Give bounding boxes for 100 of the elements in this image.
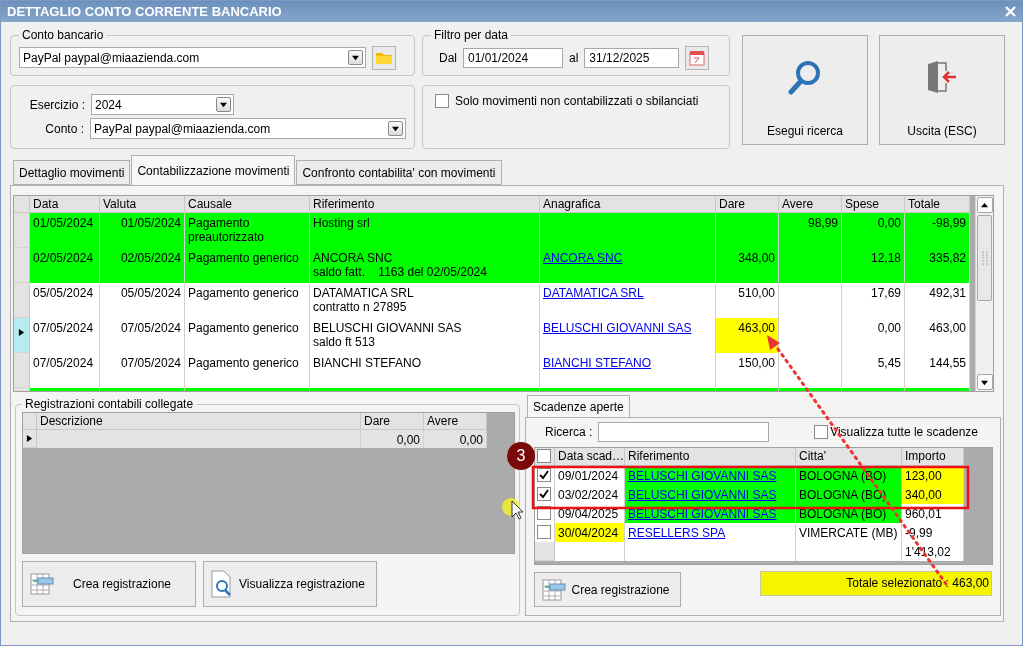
- calendar-button[interactable]: [685, 45, 710, 70]
- column-header: Dare: [716, 196, 779, 213]
- link[interactable]: RESELLERS SPA: [628, 526, 726, 540]
- column-header: Descrizione: [37, 413, 361, 430]
- table-cell: 12,18: [842, 248, 905, 283]
- checkbox-label: Solo movimenti non contabilizzati o sbilanciati: [455, 94, 699, 108]
- account-label: Conto :: [44, 121, 84, 136]
- scroll-thumb[interactable]: [977, 215, 992, 301]
- table-cell: [779, 283, 842, 318]
- link[interactable]: BELUSCHI GIOVANNI SAS: [628, 507, 777, 521]
- dropdown-field[interactable]: PayPal paypal@miaazienda.com: [19, 47, 366, 68]
- table-cell: -98,99: [905, 213, 970, 248]
- table-cell: 0,00: [361, 430, 424, 448]
- checkbox[interactable]: [537, 487, 551, 501]
- table-cell: 05/05/2024: [30, 283, 100, 318]
- dropdown-field[interactable]: PayPal paypal@miaazienda.com: [90, 118, 406, 139]
- table-cell: Hosting srl: [310, 213, 540, 248]
- calendar-icon: [689, 49, 706, 66]
- search-field[interactable]: [598, 422, 770, 442]
- search-label: Ricerca :: [545, 425, 593, 439]
- table-cell: BELUSCHI GIOVANNI SAS saldo ft 513: [310, 318, 540, 353]
- table-cell: [555, 542, 625, 561]
- tab[interactable]: Contabilizzazione movimenti: [131, 155, 296, 185]
- grip-icon: [981, 251, 988, 265]
- link[interactable]: DATAMATICA SRL: [543, 286, 644, 300]
- view-entry-button[interactable]: Visualizza registrazione: [203, 561, 377, 607]
- table-cell: VIMERCATE (MB): [796, 523, 902, 542]
- scroll-up-button[interactable]: [976, 197, 993, 213]
- table-cell: 340,00: [902, 485, 964, 504]
- link[interactable]: ANCORA SNC: [543, 251, 623, 265]
- table-cell: 0,00: [842, 213, 905, 248]
- table-cell: 02/05/2024: [100, 248, 185, 283]
- column-header: Data: [30, 196, 100, 213]
- table-cell: [779, 248, 842, 283]
- table-cell: Pagamento generico: [185, 353, 310, 388]
- to-date-field[interactable]: 31/12/2025: [584, 47, 680, 68]
- column-header: Citta': [796, 448, 902, 466]
- checkbox[interactable]: [814, 425, 829, 439]
- year-label: Esercizio :: [28, 97, 85, 112]
- to-label: al: [569, 50, 579, 65]
- checkbox[interactable]: [435, 94, 449, 108]
- table-cell: 01/05/2024: [100, 213, 185, 248]
- dropdown-button[interactable]: [348, 50, 363, 65]
- caret-icon: [981, 378, 988, 386]
- table-cell: [779, 353, 842, 388]
- table-cell: 335,82: [905, 248, 970, 283]
- create-entry-button[interactable]: Crea registrazione: [22, 561, 196, 607]
- link[interactable]: BELUSCHI GIOVANNI SAS: [628, 469, 777, 483]
- caret-icon: [352, 54, 359, 61]
- table-cell: 07/05/2024: [100, 353, 185, 388]
- row-pointer-icon: [18, 329, 25, 336]
- exit-button[interactable]: Uscita (ESC): [879, 35, 1005, 145]
- table-cell: Pagamento generico: [185, 283, 310, 318]
- column-header: Valuta: [100, 196, 185, 213]
- link[interactable]: BELUSCHI GIOVANNI SAS: [628, 488, 777, 502]
- from-label: Dal: [439, 50, 457, 65]
- scroll-down-button[interactable]: [976, 374, 993, 390]
- document-search-icon: [210, 569, 234, 599]
- caret-icon: [392, 125, 399, 132]
- caret-icon: [981, 201, 988, 209]
- table-cell: DATAMATICA SRL contratto n 27895: [310, 283, 540, 318]
- column-header: Avere: [779, 196, 842, 213]
- column-header: Anagrafica: [540, 196, 716, 213]
- table-cell: 01/05/2024: [30, 213, 100, 248]
- checkbox[interactable]: [537, 468, 551, 482]
- tab[interactable]: Dettaglio movimenti: [13, 160, 131, 185]
- checkbox[interactable]: [537, 449, 551, 463]
- create-entry-button[interactable]: Crea registrazione: [534, 572, 681, 607]
- link[interactable]: BIANCHI STEFANO: [543, 356, 652, 370]
- table-cell: BIANCHI STEFANO: [310, 353, 540, 388]
- dropdown-button[interactable]: [216, 97, 231, 112]
- link[interactable]: BELUSCHI GIOVANNI SAS: [543, 321, 692, 335]
- row-header[interactable]: [23, 430, 37, 448]
- search-button[interactable]: Esegui ricerca: [742, 35, 868, 145]
- dropdown-button[interactable]: [388, 121, 403, 136]
- close-button[interactable]: [1002, 4, 1018, 19]
- table-icon: [541, 576, 567, 603]
- tab[interactable]: Confronto contabilita' con movimenti: [296, 160, 502, 185]
- table-cell: 144,55: [905, 353, 970, 388]
- table-cell: Pagamento generico: [185, 248, 310, 283]
- table-cell: 510,00: [716, 283, 779, 318]
- row-header[interactable]: [14, 318, 30, 353]
- checkbox[interactable]: [537, 525, 551, 539]
- table-cell: 0,00: [842, 318, 905, 353]
- table-cell: 07/05/2024: [30, 353, 100, 388]
- dropdown-field[interactable]: 2024: [91, 94, 234, 115]
- table-cell: 98,99: [779, 213, 842, 248]
- tab[interactable]: Scadenze aperte: [527, 395, 630, 417]
- folder-button[interactable]: [372, 45, 396, 70]
- column-header: Causale: [185, 196, 310, 213]
- scrollbar[interactable]: [975, 196, 993, 391]
- column-header: Avere: [424, 413, 487, 430]
- from-date-field[interactable]: 01/01/2024: [463, 47, 563, 68]
- column-header: Spese: [842, 196, 905, 213]
- table-cell: 02/05/2024: [30, 248, 100, 283]
- table-cell: 0,00: [424, 430, 487, 448]
- table-cell: Pagamento generico: [185, 318, 310, 353]
- table-cell: 07/05/2024: [30, 318, 100, 353]
- column-header: Data scad…: [555, 448, 625, 466]
- search-icon: [788, 60, 822, 96]
